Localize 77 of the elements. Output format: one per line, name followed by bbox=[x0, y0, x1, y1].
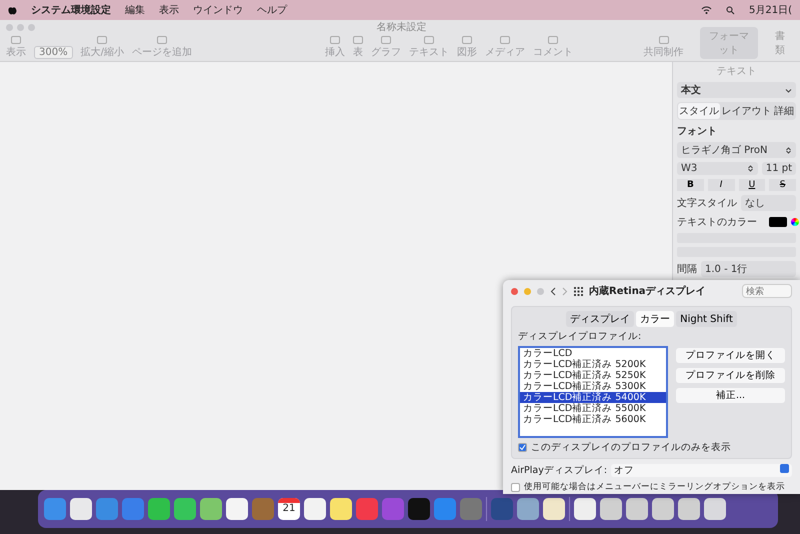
app-icon[interactable] bbox=[226, 498, 248, 520]
checkbox[interactable] bbox=[511, 482, 520, 492]
checkbox-label: 使用可能な場合はメニューバーにミラーリングオプションを表示 bbox=[524, 481, 785, 493]
paragraph-style-dropdown[interactable]: 本文 bbox=[677, 82, 796, 98]
push-button[interactable]: プロファイルを削除 bbox=[676, 368, 785, 383]
chevron-down-icon bbox=[785, 86, 792, 94]
app-icon[interactable] bbox=[408, 498, 430, 520]
minimize-button[interactable] bbox=[524, 288, 531, 294]
segment-button[interactable]: 詳細 bbox=[772, 103, 795, 119]
app-icon[interactable] bbox=[148, 498, 170, 520]
style-button[interactable]: B bbox=[677, 179, 704, 191]
checkbox-label: このディスプレイのプロファイルのみを表示 bbox=[531, 441, 731, 454]
window-thumbnail[interactable] bbox=[678, 498, 700, 520]
grid-icon[interactable] bbox=[574, 286, 583, 296]
app-icon[interactable] bbox=[330, 498, 352, 520]
char-style-dropdown[interactable]: なし bbox=[741, 195, 796, 211]
push-button[interactable]: プロファイルを開く bbox=[676, 348, 785, 363]
field-label: 間隔 bbox=[677, 263, 697, 276]
list-item[interactable]: カラーLCD補正済み 5400K bbox=[520, 392, 666, 403]
window-thumbnail[interactable] bbox=[600, 498, 622, 520]
menu-item[interactable]: ヘルプ bbox=[257, 3, 287, 17]
field-label: AirPlayディスプレイ: bbox=[511, 464, 608, 477]
list-item[interactable]: カラーLCD補正済み 5250K bbox=[520, 370, 666, 381]
app-icon[interactable] bbox=[200, 498, 222, 520]
tab[interactable]: Night Shift bbox=[676, 311, 737, 327]
field-label: ディスプレイプロファイル: bbox=[518, 330, 642, 343]
zoom-dropdown[interactable]: 300% bbox=[34, 46, 73, 59]
apple-icon[interactable] bbox=[8, 5, 17, 15]
field-label: 文字スタイル bbox=[677, 196, 737, 210]
field-label: テキストのカラー bbox=[677, 216, 757, 229]
close-button[interactable] bbox=[511, 288, 518, 294]
list-item[interactable]: カラーLCD補正済み 5200K bbox=[520, 359, 666, 370]
section-heading: フォント bbox=[677, 125, 718, 138]
push-button[interactable]: 補正... bbox=[676, 388, 785, 403]
app-icon[interactable] bbox=[574, 498, 596, 520]
style-button[interactable]: U bbox=[738, 179, 766, 191]
style-button[interactable]: I bbox=[708, 179, 734, 191]
app-icon[interactable] bbox=[543, 498, 565, 520]
size-field[interactable]: 11 pt bbox=[762, 162, 796, 175]
checkbox[interactable] bbox=[518, 443, 527, 452]
airplay-dropdown[interactable]: オフ bbox=[611, 464, 792, 477]
window-title: 内蔵Retinaディスプレイ bbox=[589, 284, 707, 298]
window-thumbnail[interactable] bbox=[652, 498, 674, 520]
window-thumbnail[interactable] bbox=[626, 498, 648, 520]
wifi-icon[interactable] bbox=[701, 6, 712, 14]
menu-item[interactable]: ウインドウ bbox=[193, 3, 243, 17]
list-item[interactable]: カラーLCD bbox=[520, 348, 666, 359]
app-icon[interactable] bbox=[304, 498, 326, 520]
color-wheel-icon[interactable] bbox=[791, 218, 799, 226]
forward-button[interactable] bbox=[562, 286, 568, 296]
tab[interactable]: ディスプレイ bbox=[566, 311, 634, 327]
search-icon[interactable] bbox=[726, 6, 735, 14]
app-icon[interactable] bbox=[174, 498, 196, 520]
stepper-icon bbox=[746, 165, 754, 172]
style-button[interactable]: S bbox=[769, 179, 796, 191]
list-item[interactable]: カラーLCD補正済み 5300K bbox=[520, 381, 666, 392]
font-family-dropdown[interactable]: ヒラギノ角ゴ ProN bbox=[677, 142, 796, 158]
list-item[interactable]: カラーLCD補正済み 5500K bbox=[520, 403, 666, 414]
segment-button[interactable]: スタイル bbox=[678, 103, 720, 119]
menu-clock: 5月21日( bbox=[749, 4, 792, 17]
menu-item[interactable]: 表示 bbox=[159, 3, 179, 17]
app-icon[interactable] bbox=[70, 498, 92, 520]
color-swatch[interactable] bbox=[769, 217, 787, 227]
search-field[interactable]: 検索 bbox=[742, 284, 792, 298]
stepper-icon bbox=[785, 146, 792, 154]
tab[interactable]: カラー bbox=[636, 311, 674, 327]
calendar-icon[interactable]: 21 bbox=[278, 498, 300, 520]
list-item[interactable]: カラーLCD補正済み 5600K bbox=[520, 414, 666, 425]
typeface-dropdown[interactable]: W3 bbox=[677, 162, 758, 175]
menu-item[interactable]: システム環境設定 bbox=[31, 3, 111, 17]
back-button[interactable] bbox=[550, 286, 556, 296]
window-title: 名称未設定 bbox=[376, 20, 428, 34]
trash-icon[interactable] bbox=[704, 498, 726, 520]
menu-item[interactable]: 編集 bbox=[125, 3, 145, 17]
segment-button[interactable]: レイアウト bbox=[720, 103, 773, 119]
spacing-dropdown[interactable]: 1.0 - 1行 bbox=[701, 261, 796, 277]
app-icon[interactable] bbox=[517, 498, 539, 520]
